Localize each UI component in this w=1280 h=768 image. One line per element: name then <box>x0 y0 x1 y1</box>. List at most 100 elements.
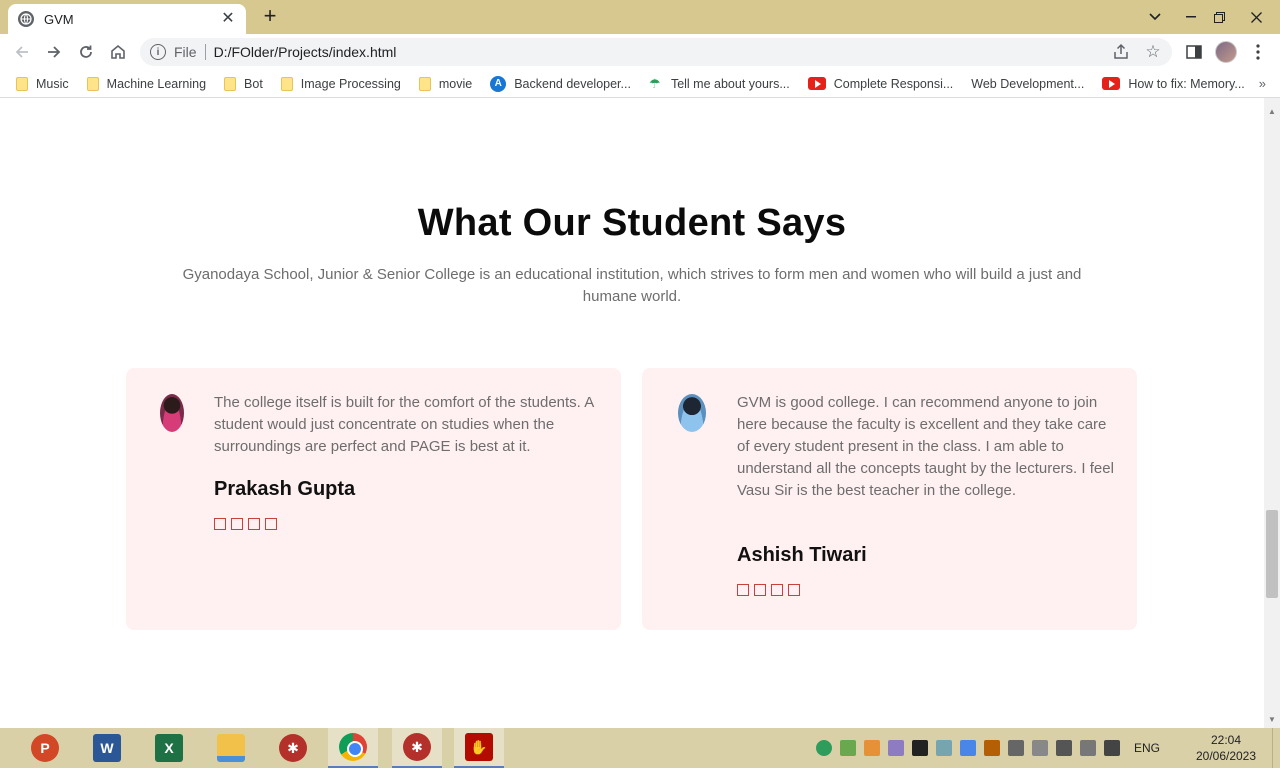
app-tray-icon[interactable] <box>888 740 904 756</box>
bookmark-label: Tell me about yours... <box>670 76 790 91</box>
share-icon[interactable] <box>1112 43 1130 61</box>
restore-button[interactable] <box>1204 0 1234 34</box>
bookmarks-bar: Music Machine Learning Bot Image Process… <box>0 70 1280 98</box>
tab-strip: GVM ✕ + <box>0 0 1280 34</box>
student-name: Ashish Tiwari <box>737 544 867 566</box>
volume-icon[interactable] <box>1080 740 1096 756</box>
show-desktop-button[interactable] <box>1272 728 1280 768</box>
bookmark-web-development[interactable]: Web Development... <box>971 77 1084 91</box>
page-scrollbar[interactable]: ▲ ▼ <box>1264 98 1280 728</box>
testimonial-quote: GVM is good college. I can recommend any… <box>737 394 1114 499</box>
section-title: What Our Student Says <box>417 202 847 244</box>
url-scheme: File <box>174 44 197 60</box>
bookmark-label: Complete Responsi... <box>833 76 954 91</box>
chrome-icon <box>339 733 367 761</box>
close-window-button[interactable] <box>1232 0 1280 34</box>
windows-taskbar: P W X ✱ ✱ ✋ ENG 22:04 20/06/2023 <box>0 728 1280 768</box>
folder-icon <box>418 76 431 91</box>
battery-icon[interactable] <box>1104 740 1120 756</box>
tab-title: GVM <box>44 11 74 27</box>
address-bar[interactable]: i File D:/FOlder/Projects/index.html ☆ <box>140 38 1172 66</box>
bookmark-label: movie <box>438 76 473 91</box>
bookmark-label: Bot <box>244 76 263 91</box>
wifi-signal-icon[interactable] <box>1032 740 1048 756</box>
student-avatar <box>678 394 706 432</box>
network-check-icon[interactable] <box>840 740 856 756</box>
nvidia-icon[interactable] <box>936 740 952 756</box>
excel-app[interactable]: X <box>144 728 194 768</box>
scroll-thumb[interactable] <box>1266 510 1278 598</box>
clock-time: 22:04 <box>1210 733 1242 747</box>
system-tray: ENG <box>812 728 1170 768</box>
network-icon[interactable] <box>960 740 976 756</box>
star-icon <box>754 584 766 596</box>
testimonial-quote: The college itself is built for the comf… <box>214 394 594 455</box>
star-icon <box>771 584 783 596</box>
angular-icon: A <box>490 75 507 92</box>
bookmark-tell-me-about[interactable]: ☂ Tell me about yours... <box>648 75 790 91</box>
profile-avatar[interactable] <box>1214 40 1238 64</box>
keyboard-icon[interactable] <box>1008 740 1024 756</box>
bookmark-star-icon[interactable]: ☆ <box>1144 43 1162 61</box>
language-indicator[interactable]: ENG <box>1134 741 1160 755</box>
testimonial-card: GVM is good college. I can recommend any… <box>642 368 1137 630</box>
word-icon: W <box>93 734 121 762</box>
more-bookmarks-chevron-icon[interactable]: » <box>1259 76 1266 91</box>
acrobat-icon: ✋ <box>465 733 493 761</box>
forward-arrow-icon[interactable] <box>42 40 66 64</box>
new-tab-button[interactable]: + <box>258 5 282 29</box>
bookmark-image-processing[interactable]: Image Processing <box>280 76 401 91</box>
close-tab-icon[interactable]: ✕ <box>220 11 236 27</box>
app-tray-icon[interactable] <box>912 740 928 756</box>
tab-gvm[interactable]: GVM ✕ <box>8 4 246 34</box>
speaker-icon[interactable] <box>984 740 1000 756</box>
scroll-down-arrow-icon[interactable]: ▼ <box>1268 716 1276 724</box>
reload-icon[interactable] <box>74 40 98 64</box>
bookmark-label: How to fix: Memory... <box>1128 76 1245 91</box>
spider-web-icon: ✱ <box>403 733 431 761</box>
clock-date: 20/06/2023 <box>1195 749 1257 763</box>
shield-icon[interactable] <box>816 740 832 756</box>
star-icon <box>214 518 226 530</box>
avatar <box>1215 41 1237 63</box>
powerpoint-app[interactable]: P <box>20 728 70 768</box>
browser-toolbar: i File D:/FOlder/Projects/index.html ☆ <box>0 34 1280 70</box>
bookmark-music[interactable]: Music <box>16 76 69 91</box>
student-name: Prakash Gupta <box>214 478 356 500</box>
spider-app-2[interactable]: ✱ <box>392 728 442 768</box>
bookmark-bot[interactable]: Bot <box>224 76 263 91</box>
info-icon[interactable]: i <box>150 44 166 60</box>
minimize-button[interactable] <box>1176 0 1206 34</box>
word-app[interactable]: W <box>82 728 132 768</box>
bookmark-backend-developer[interactable]: A Backend developer... <box>490 75 631 92</box>
umbrella-icon: ☂ <box>648 75 661 91</box>
monitor-icon[interactable] <box>1056 740 1072 756</box>
bookmark-complete-responsive[interactable]: Complete Responsi... <box>807 76 954 91</box>
menu-kebab-icon[interactable] <box>1246 40 1270 64</box>
side-panel-icon[interactable] <box>1182 40 1206 64</box>
powerpoint-icon: P <box>31 734 59 762</box>
home-icon[interactable] <box>106 40 130 64</box>
scroll-up-arrow-icon[interactable]: ▲ <box>1268 108 1276 116</box>
tab-search-chevron-icon[interactable] <box>1140 0 1170 34</box>
folder-icon <box>224 76 237 91</box>
url-text[interactable]: D:/FOlder/Projects/index.html <box>214 44 1112 60</box>
back-arrow-icon[interactable] <box>10 40 34 64</box>
page-viewport: What Our Student Says Gyanodaya School, … <box>0 98 1264 728</box>
excel-icon: X <box>155 734 183 762</box>
spider-app[interactable]: ✱ <box>268 728 318 768</box>
bookmark-movie[interactable]: movie <box>418 76 473 91</box>
file-explorer-app[interactable] <box>206 728 256 768</box>
section-subtitle: Gyanodaya School, Junior & Senior Colleg… <box>182 266 1082 305</box>
acrobat-app[interactable]: ✋ <box>454 728 504 768</box>
app-tray-icon[interactable] <box>864 740 880 756</box>
star-rating <box>214 518 277 530</box>
taskbar-clock[interactable]: 22:04 20/06/2023 <box>1188 732 1264 764</box>
bookmark-how-to-fix-memory[interactable]: How to fix: Memory... <box>1102 76 1245 91</box>
star-icon <box>248 518 260 530</box>
testimonial-card: The college itself is built for the comf… <box>126 368 621 630</box>
star-icon <box>231 518 243 530</box>
chrome-app[interactable] <box>328 728 378 768</box>
bookmark-label: Web Development... <box>971 76 1085 91</box>
bookmark-machine-learning[interactable]: Machine Learning <box>86 76 206 91</box>
